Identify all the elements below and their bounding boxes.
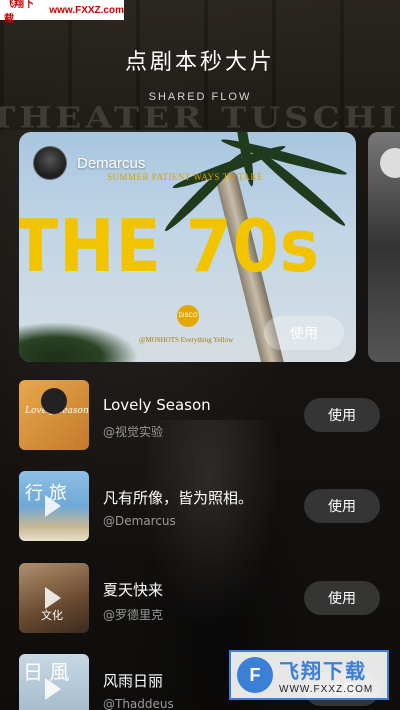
next-template-card-peek[interactable] — [368, 132, 400, 362]
watermark-text: 飞翔下载 WWW.FXXZ.COM — [279, 655, 373, 695]
avatar — [380, 148, 400, 178]
list-item-thumbnail[interactable]: Lovely season — [19, 380, 89, 450]
use-button[interactable]: 使用 — [304, 489, 380, 523]
play-icon — [45, 587, 61, 609]
watermark-bottom-url: WWW.FXXZ.COM — [279, 684, 374, 695]
play-icon — [45, 495, 61, 517]
use-button[interactable]: 使用 — [304, 398, 380, 432]
list-item[interactable]: 文化 夏天快来 @罗德里克 使用 — [0, 563, 400, 635]
list-item-author[interactable]: @视觉实验 — [103, 423, 163, 440]
list-item-title: 凡有所像，皆为照相。 — [103, 489, 254, 507]
watermark-logo-icon: F — [237, 657, 273, 693]
palm-leaves-left — [19, 322, 139, 362]
featured-use-button[interactable]: 使用 — [264, 316, 344, 350]
list-item-thumbnail[interactable]: 日 風 — [19, 654, 89, 710]
list-item-author[interactable]: @Demarcus — [103, 514, 176, 528]
list-item[interactable]: 行 旅 凡有所像，皆为照相。 @Demarcus 使用 — [0, 471, 400, 543]
list-item-author[interactable]: @罗德里克 — [103, 606, 163, 623]
watermark-name: 飞翔下载 — [279, 661, 367, 683]
list-item-thumbnail[interactable]: 文化 — [19, 563, 89, 633]
featured-author-name[interactable]: Demarcus — [77, 155, 145, 172]
page-title: 点剧本秒大片 — [124, 50, 275, 75]
watermark-url: www.FXXZ.com — [49, 4, 124, 16]
list-item-title: 风雨日丽 — [103, 672, 164, 690]
featured-sticker: DISCO — [177, 305, 199, 327]
thumbnail-text: 文化 — [41, 609, 63, 622]
list-item-title: 夏天快来 — [103, 581, 164, 599]
use-button[interactable]: 使用 — [304, 581, 380, 615]
featured-author-row: Demarcus — [33, 146, 145, 180]
page-subtitle: SHARED FLOW — [148, 91, 252, 103]
avatar[interactable] — [33, 146, 67, 180]
featured-big-text: THE 70s — [19, 204, 320, 288]
list-item-author[interactable]: @Thaddeus — [103, 697, 174, 710]
featured-template-card[interactable]: SUMMER PATIENT WAYS TO TAKE THE 70s DISC… — [19, 132, 356, 362]
play-icon — [45, 678, 61, 700]
watermark-top: 飞翔下载 www.FXXZ.com — [0, 0, 124, 25]
list-item-thumbnail[interactable]: 行 旅 — [19, 471, 89, 541]
watermark-site: 飞翔下载 — [4, 0, 34, 25]
list-item[interactable]: Lovely season Lovely Season @视觉实验 使用 — [0, 380, 400, 452]
featured-footer-text: @MOSHOTS Everything Yellow — [139, 336, 234, 344]
list-item-title: Lovely Season — [103, 396, 211, 414]
watermark-bottom: F 飞翔下载 WWW.FXXZ.COM — [229, 650, 389, 700]
thumbnail-face — [41, 388, 67, 414]
